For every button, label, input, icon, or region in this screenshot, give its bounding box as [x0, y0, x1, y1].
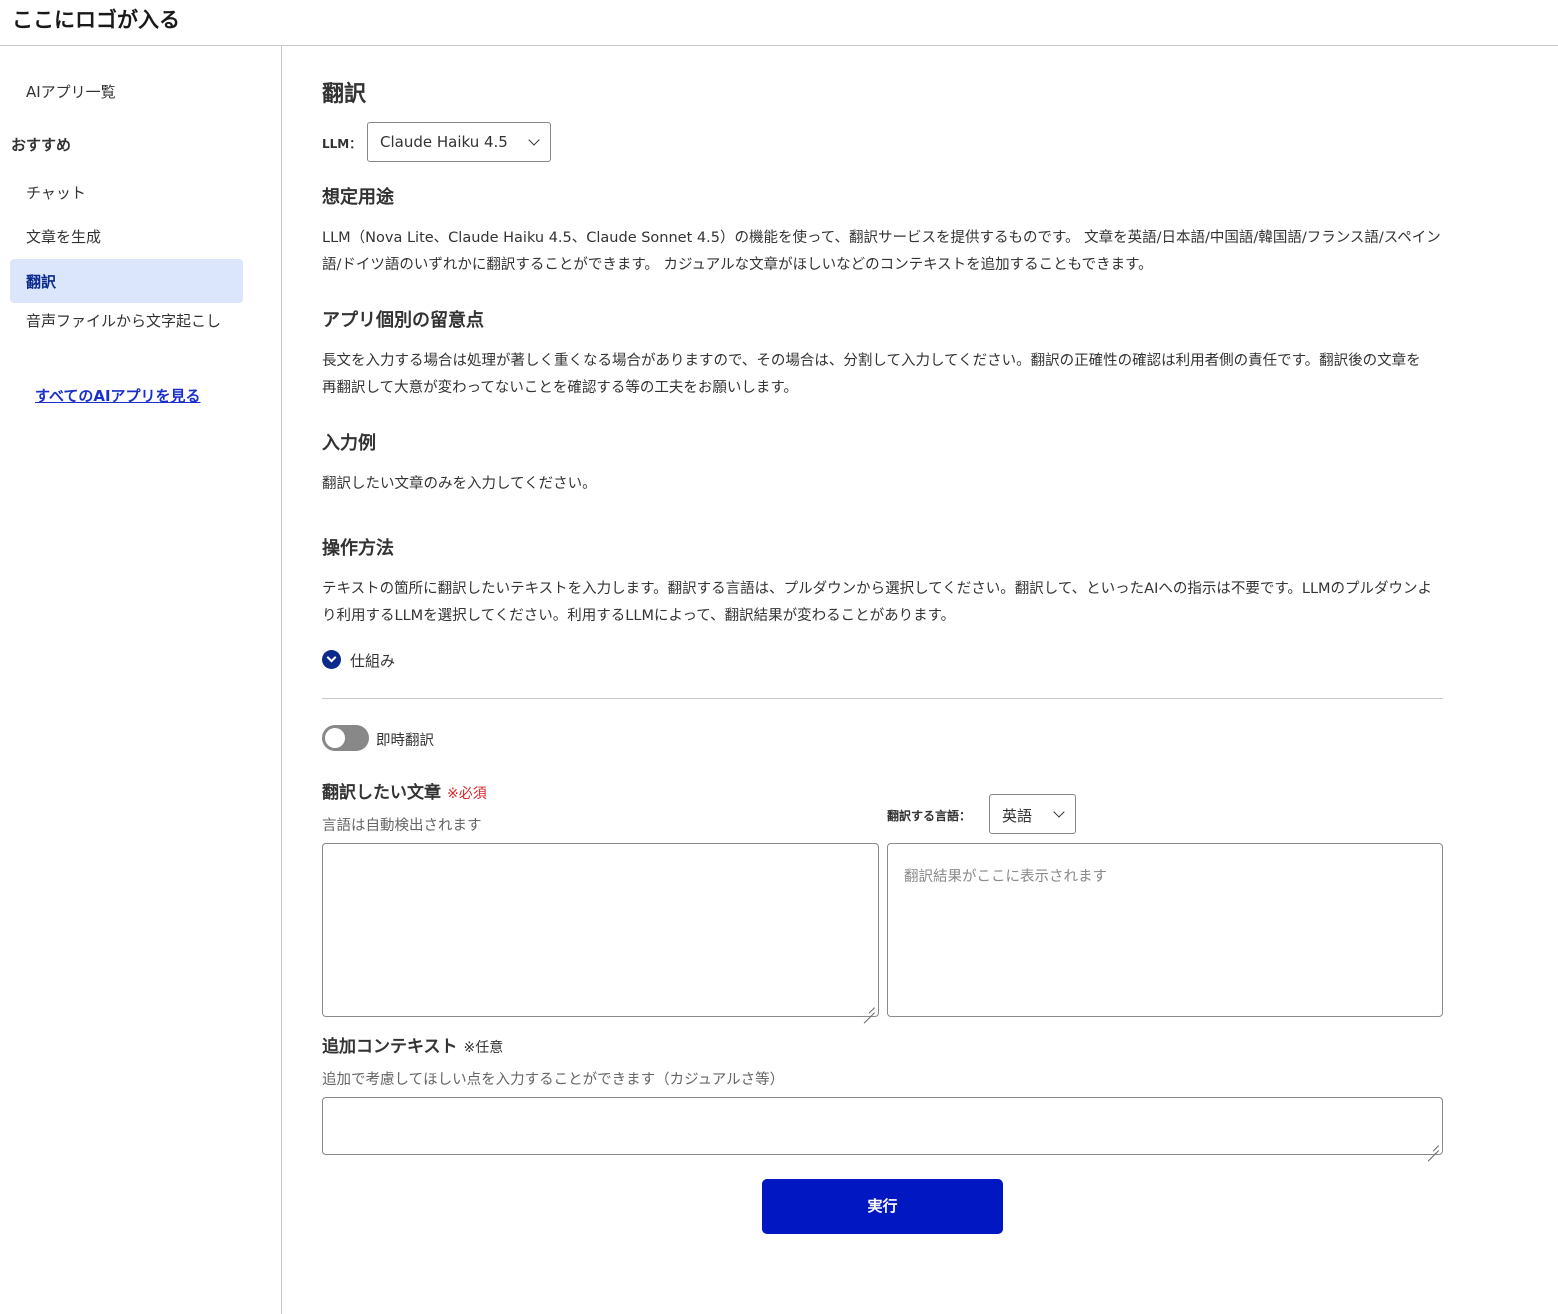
- section-text-example: 翻訳したい文章のみを入力してください。: [322, 476, 597, 492]
- translation-output[interactable]: 翻訳結果がここに表示されます: [887, 843, 1443, 1017]
- source-text-hint: 言語は自動検出されます: [322, 818, 482, 834]
- toggle-knob: [325, 728, 345, 748]
- section-text-purpose: LLM（Nova Lite、Claude Haiku 4.5、Claude So…: [322, 230, 1441, 273]
- target-language-value: 英語: [1002, 807, 1033, 825]
- target-language-label: 翻訳する言語：: [887, 809, 972, 823]
- divider: [322, 698, 1443, 699]
- expand-mechanism-icon[interactable]: [322, 650, 341, 669]
- chevron-down-icon: [528, 134, 540, 146]
- page-title: 翻訳: [322, 82, 367, 107]
- resize-handle-icon[interactable]: [1427, 1139, 1439, 1151]
- sidebar-item-generate-text[interactable]: 文章を生成: [26, 226, 101, 247]
- source-text-input[interactable]: [322, 843, 879, 1017]
- sidebar-item-app-list[interactable]: AIアプリ一覧: [26, 81, 116, 102]
- sidebar-section-heading: おすすめ: [11, 136, 72, 154]
- section-heading-usage: 操作方法: [322, 538, 394, 559]
- context-hint: 追加で考慮してほしい点を入力することができます（カジュアルさ等）: [322, 1072, 785, 1088]
- source-text-label-text: 翻訳したい文章: [322, 783, 441, 803]
- sidebar: AIアプリ一覧 おすすめ チャット 文章を生成 翻訳 音声ファイルから文字起こし…: [0, 46, 282, 1314]
- optional-badge: ※任意: [463, 1040, 504, 1056]
- sidebar-item-label: 翻訳: [26, 273, 57, 291]
- translation-output-placeholder: 翻訳結果がここに表示されます: [904, 869, 1107, 885]
- sidebar-item-transcribe[interactable]: 音声ファイルから文字起こし: [26, 308, 231, 334]
- target-language-select[interactable]: 英語: [989, 794, 1076, 834]
- section-heading-purpose: 想定用途: [322, 187, 394, 208]
- chevron-down-icon: [1053, 806, 1065, 818]
- section-text-notes: 長文を入力する場合は処理が著しく重くなる場合がありますので、その場合は、分割して…: [322, 353, 1421, 396]
- source-text-label: 翻訳したい文章 ※必須: [322, 778, 487, 803]
- section-heading-example: 入力例: [322, 433, 376, 454]
- context-input[interactable]: [322, 1097, 1443, 1155]
- instant-translate-label: 即時翻訳: [376, 733, 434, 749]
- section-text-usage: テキストの箇所に翻訳したいテキストを入力します。翻訳する言語は、プルダウンから選…: [322, 581, 1433, 624]
- see-all-apps-link[interactable]: すべてのAIアプリを見る: [35, 385, 201, 406]
- logo: ここにロゴが入る: [12, 8, 180, 32]
- section-heading-notes: アプリ個別の留意点: [322, 310, 484, 331]
- app-header: ここにロゴが入る: [0, 0, 1558, 46]
- required-badge: ※必須: [447, 786, 487, 802]
- sidebar-item-translate[interactable]: 翻訳: [10, 259, 243, 303]
- llm-select[interactable]: Claude Haiku 4.5: [367, 122, 551, 162]
- mechanism-toggle-label[interactable]: 仕組み: [350, 650, 395, 671]
- instant-translate-toggle[interactable]: [322, 725, 369, 751]
- llm-select-value: Claude Haiku 4.5: [380, 133, 508, 151]
- resize-handle-icon[interactable]: [863, 1001, 875, 1013]
- sidebar-item-chat[interactable]: チャット: [26, 182, 86, 203]
- context-label-text: 追加コンテキスト: [322, 1037, 458, 1057]
- context-label: 追加コンテキスト ※任意: [322, 1032, 503, 1057]
- run-button[interactable]: 実行: [762, 1179, 1003, 1234]
- llm-label: LLM：: [322, 137, 362, 151]
